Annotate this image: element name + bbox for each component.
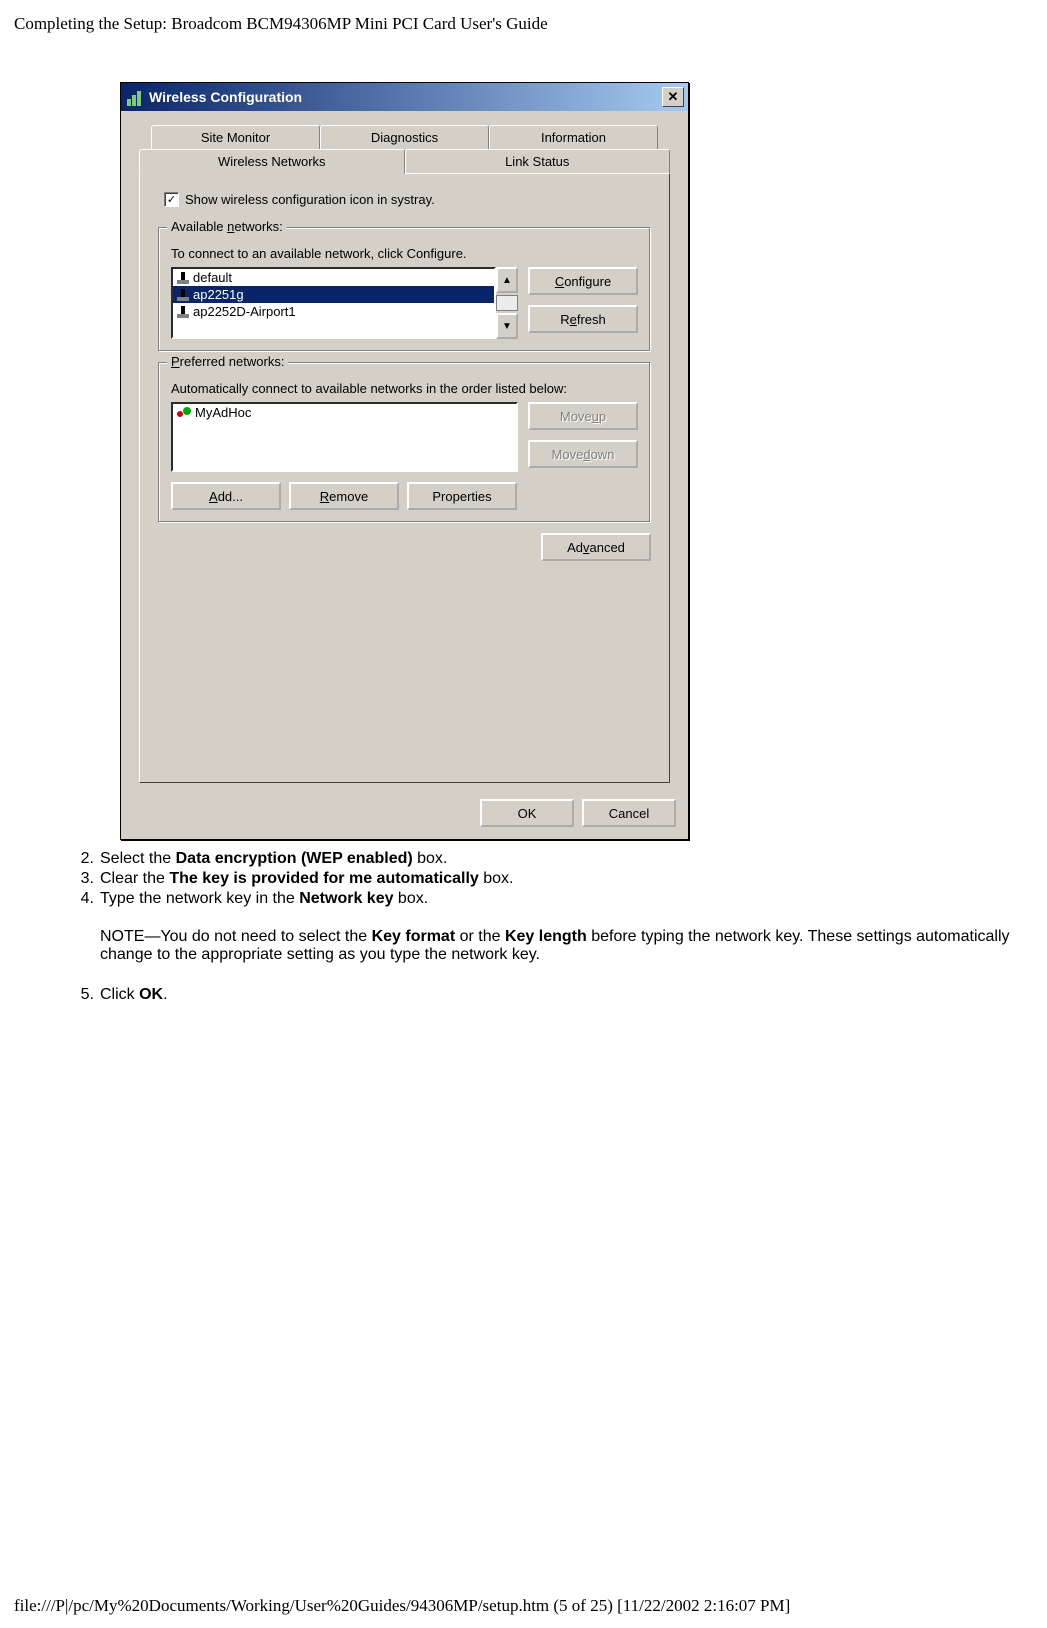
- preferred-hint: Automatically connect to available netwo…: [171, 381, 638, 396]
- dialog-footer: OK Cancel: [121, 791, 688, 839]
- refresh-button[interactable]: Refresh: [528, 305, 638, 333]
- close-icon[interactable]: ✕: [662, 87, 684, 107]
- titlebar[interactable]: Wireless Configuration ✕: [121, 83, 688, 111]
- available-legend: Available networks:: [167, 219, 287, 234]
- list-item: ap2252D-Airport1: [173, 303, 494, 320]
- systray-checkbox[interactable]: ✓: [164, 192, 179, 207]
- cancel-button[interactable]: Cancel: [582, 799, 676, 827]
- note-text: NOTE—You do not need to select the Key f…: [100, 928, 1020, 964]
- systray-checkbox-row[interactable]: ✓ Show wireless configuration icon in sy…: [164, 192, 651, 207]
- document-page: Completing the Setup: Broadcom BCM94306M…: [0, 0, 1047, 1628]
- page-header: Completing the Setup: Broadcom BCM94306M…: [14, 14, 1047, 34]
- network-icon: [177, 289, 189, 301]
- step-5: 5.Click OK.: [70, 986, 1047, 1004]
- preferred-legend: Preferred networks:: [167, 354, 288, 369]
- available-networks-list[interactable]: default ap2251g ap2252D-Airport1: [171, 267, 496, 339]
- preferred-networks-group: Preferred networks: Automatically connec…: [158, 362, 651, 523]
- configure-button[interactable]: Configure: [528, 267, 638, 295]
- list-item: MyAdHoc: [173, 404, 516, 421]
- move-down-button: Move down: [528, 440, 638, 468]
- titlebar-text: Wireless Configuration: [149, 89, 302, 105]
- tab-information[interactable]: Information: [489, 125, 658, 149]
- adhoc-icon: [177, 407, 191, 419]
- add-button[interactable]: Add...: [171, 482, 281, 510]
- tab-wireless-networks[interactable]: Wireless Networks: [139, 149, 405, 174]
- signal-icon: [127, 88, 145, 106]
- step-3: 3.Clear the The key is provided for me a…: [70, 870, 1047, 888]
- scroll-down-icon[interactable]: ▼: [496, 313, 518, 339]
- step-4: 4.Type the network key in the Network ke…: [70, 890, 1047, 908]
- instruction-list: 2.Select the Data encryption (WEP enable…: [70, 850, 1047, 908]
- available-hint: To connect to an available network, clic…: [171, 246, 638, 261]
- list-item: ap2251g: [173, 286, 494, 303]
- advanced-button[interactable]: Advanced: [541, 533, 651, 561]
- properties-button[interactable]: Properties: [407, 482, 517, 510]
- screenshot-container: Wireless Configuration ✕ Site Monitor Di…: [120, 82, 1047, 840]
- move-up-button: Move up: [528, 402, 638, 430]
- ok-button[interactable]: OK: [480, 799, 574, 827]
- scrollbar[interactable]: ▲ ▼: [496, 267, 518, 339]
- dialog-body: Site Monitor Diagnostics Information Wir…: [121, 111, 688, 791]
- tab-panel: ✓ Show wireless configuration icon in sy…: [139, 173, 670, 783]
- available-networks-group: Available networks: To connect to an ava…: [158, 227, 651, 352]
- tab-link-status[interactable]: Link Status: [405, 149, 671, 173]
- network-icon: [177, 306, 189, 318]
- step-2: 2.Select the Data encryption (WEP enable…: [70, 850, 1047, 868]
- tabs: Site Monitor Diagnostics Information Wir…: [139, 125, 670, 783]
- file-path-footer: file:///P|/pc/My%20Documents/Working/Use…: [14, 1596, 790, 1616]
- wireless-config-dialog: Wireless Configuration ✕ Site Monitor Di…: [120, 82, 689, 840]
- systray-label: Show wireless configuration icon in syst…: [185, 192, 435, 207]
- scroll-track[interactable]: [496, 295, 518, 311]
- network-icon: [177, 272, 189, 284]
- tab-diagnostics[interactable]: Diagnostics: [320, 125, 489, 149]
- remove-button[interactable]: Remove: [289, 482, 399, 510]
- preferred-networks-list[interactable]: MyAdHoc: [171, 402, 518, 472]
- list-item: default: [173, 269, 494, 286]
- scroll-up-icon[interactable]: ▲: [496, 267, 518, 293]
- tab-site-monitor[interactable]: Site Monitor: [151, 125, 320, 149]
